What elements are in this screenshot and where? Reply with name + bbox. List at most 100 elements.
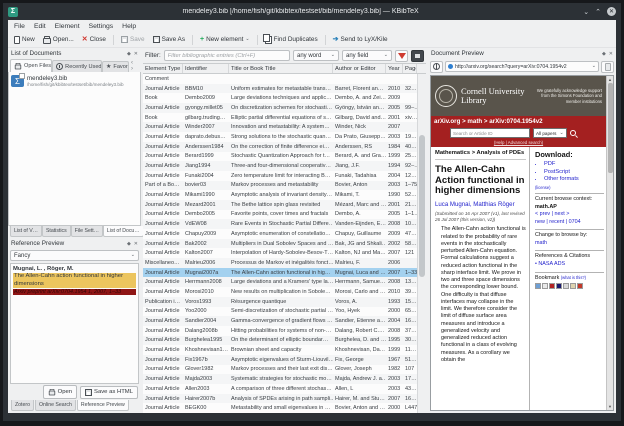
table-row[interactable]: Publication i… Voros1993 Résurgence quan… <box>143 297 417 307</box>
table-row[interactable]: Journal Article Hairer2007b Analysis of … <box>143 394 417 404</box>
float-panel-icon[interactable]: ◆ <box>127 51 131 57</box>
new-element-button[interactable]: +New element⌄ <box>197 35 253 44</box>
search-scope-select[interactable]: All papers⌄ <box>533 128 567 138</box>
table-row[interactable]: Journal Article Glover1982 Markov proces… <box>143 365 417 375</box>
bookmark-icon[interactable] <box>542 283 548 289</box>
download-link[interactable]: Other formats <box>544 176 604 184</box>
bookmark-icon[interactable] <box>577 283 583 289</box>
table-row[interactable]: Journal Article Bak2002 Multipliers in D… <box>143 239 417 249</box>
save-as-button[interactable]: Save As <box>150 35 188 44</box>
menu-item[interactable]: Edit <box>34 23 46 30</box>
scrollbar-thumb[interactable] <box>608 83 613 173</box>
bookmark-icon[interactable] <box>563 283 569 289</box>
bookmark-icon[interactable] <box>549 283 555 289</box>
tab-favorites[interactable]: ★Favorites <box>102 61 129 72</box>
table-row[interactable]: Journal Article Morosi2010 New results o… <box>143 287 417 297</box>
change-browse-link[interactable]: math <box>535 240 604 248</box>
column-header[interactable]: Pages <box>403 64 417 73</box>
menu-item[interactable]: Help <box>122 23 136 30</box>
table-row[interactable]: Journal Article Fix1967b Asymptotic eige… <box>143 355 417 365</box>
nasa-ads-link[interactable]: • NASA ADS <box>535 261 604 269</box>
bookmark-icon[interactable] <box>570 283 576 289</box>
prev-next-links[interactable]: < prev | next > <box>535 211 604 219</box>
table-row[interactable]: Journal Article Dalang2008b Hitting prob… <box>143 326 417 336</box>
find-duplicates-button[interactable]: Find Duplicates <box>262 35 321 45</box>
arxiv-search-input[interactable] <box>450 128 530 138</box>
close-window-icon[interactable]: ✕ <box>607 7 616 16</box>
menu-item[interactable]: Settings <box>89 23 114 30</box>
view-tab[interactable]: List of V… <box>10 226 42 237</box>
clear-filter-button[interactable] <box>395 50 408 62</box>
view-tab[interactable]: File Sett… <box>71 226 103 237</box>
table-row[interactable]: Journal Article Funaki2004 Zero temperat… <box>143 171 417 181</box>
menu-item[interactable]: File <box>14 23 25 30</box>
table-scrollbar[interactable] <box>417 74 426 413</box>
table-row[interactable]: Part of a Bo… bovier03 Markov processes … <box>143 181 417 191</box>
bookmark-icon[interactable] <box>535 283 541 289</box>
view-tab[interactable]: List of Docu… <box>103 226 144 237</box>
webview-scrollbar[interactable]: ▲ ▼ <box>606 76 613 410</box>
open-external-button[interactable] <box>601 61 614 73</box>
table-row[interactable]: Journal Article gyongy.millet05 On discr… <box>143 103 417 113</box>
table-row[interactable]: Journal Article Jiang1994 Three-and four… <box>143 161 417 171</box>
tab-recently-used[interactable]: Recently Used <box>52 60 102 72</box>
save-button[interactable]: Save <box>118 35 148 44</box>
table-row[interactable]: Journal Article Yoo2000 Semi-discretizat… <box>143 307 417 317</box>
table-row[interactable]: Comment <box>143 74 417 84</box>
table-row[interactable]: Journal Article VdEW08 Rare Events in St… <box>143 219 417 229</box>
scroll-down-icon[interactable]: ▼ <box>608 404 612 409</box>
table-row[interactable]: Journal Article Dembo2005 Favorite point… <box>143 210 417 220</box>
table-row[interactable]: Journal Article Sandier2004 Gamma-conver… <box>143 316 417 326</box>
close-panel-icon[interactable]: ✕ <box>609 51 613 57</box>
column-header[interactable]: Author or Editor <box>333 64 386 73</box>
table-row[interactable]: Journal Article Herrmann2008 Large devia… <box>143 277 417 287</box>
download-link[interactable]: PDF <box>544 161 604 169</box>
search-icon[interactable] <box>570 130 576 136</box>
filter-match-select[interactable]: any word⌄ <box>293 50 339 61</box>
file-list-item[interactable]: Σ mendeley3.bib /home/fish/git/kbibtex/t… <box>9 72 140 90</box>
table-row[interactable]: Journal Article Mugnai2007a The Allen-Ca… <box>143 268 417 278</box>
column-header[interactable]: Identifier <box>183 64 229 73</box>
minimize-icon[interactable]: ⌄ <box>583 8 589 16</box>
menu-item[interactable]: Element <box>55 23 80 30</box>
license-link[interactable]: (license) <box>535 185 604 190</box>
column-header[interactable]: Element Type <box>143 64 183 73</box>
table-row[interactable]: Book gilbarg.truding… Elliptic partial d… <box>143 113 417 123</box>
tab-open-files[interactable]: Open Files <box>10 59 52 72</box>
table-row[interactable]: Journal Article Chapuy2009 Asymptotic en… <box>143 229 417 239</box>
scroll-up-icon[interactable]: ▲ <box>608 77 612 82</box>
table-row[interactable]: Journal Article BEGK00 Metastability and… <box>143 403 417 413</box>
table-row[interactable]: Book Dembo2009 Large deviations techniqu… <box>143 93 417 103</box>
send-to-lyx-button[interactable]: ➔Send to LyX/Kile <box>330 35 391 44</box>
filter-input[interactable] <box>164 50 290 61</box>
reload-button[interactable] <box>430 61 443 73</box>
table-row[interactable]: Journal Article Kalton2007 Interpolation… <box>143 248 417 258</box>
open-reference-button[interactable]: Open <box>43 385 77 399</box>
float-panel-icon[interactable]: ◆ <box>127 241 131 247</box>
open-button[interactable]: Open... <box>40 35 77 45</box>
preview-style-select[interactable]: Fancy ⌄ <box>10 250 139 261</box>
breadcrumb[interactable]: arXiv.org > math > arXiv:0704.1954v2 <box>434 118 603 125</box>
bookmark-hint-link[interactable]: (what is this?) <box>561 275 586 280</box>
column-header[interactable]: Year <box>386 64 403 73</box>
bookmark-icon[interactable] <box>556 283 562 289</box>
filter-field-select[interactable]: any field⌄ <box>342 50 392 61</box>
table-row[interactable]: Journal Article Allen2003 A comparison o… <box>143 384 417 394</box>
table-row[interactable]: Miscellaneo… Malrieu2006 Processus de Ma… <box>143 258 417 268</box>
table-row[interactable]: Journal Article Burghelea1995 On the det… <box>143 336 417 346</box>
dock-tab[interactable]: Reference Preview <box>77 400 129 411</box>
float-panel-icon[interactable]: ◆ <box>602 51 606 57</box>
table-row[interactable]: Journal Article Berard1999 Stochastic Qu… <box>143 152 417 162</box>
close-button[interactable]: ✕Close <box>79 35 109 44</box>
table-row[interactable]: Journal Article Majda2003 Systematic str… <box>143 374 417 384</box>
table-row[interactable]: Journal Article BBM10 Uniform estimates … <box>143 84 417 94</box>
table-row[interactable]: Journal Article daprato.debus… Strong so… <box>143 132 417 142</box>
table-row[interactable]: Journal Article Khoshnevisan1… Brownian … <box>143 345 417 355</box>
new-button[interactable]: New <box>11 35 38 45</box>
table-row[interactable]: Journal Article Winder2007 Innovation an… <box>143 122 417 132</box>
close-panel-icon[interactable]: ✕ <box>134 51 138 57</box>
search-options-button[interactable] <box>411 50 424 62</box>
url-field[interactable]: http://arxiv.org/search?query=arXiv:0704… <box>445 61 599 72</box>
view-tab[interactable]: Statistics <box>42 226 71 237</box>
maximize-icon[interactable]: ⌃ <box>595 8 601 16</box>
